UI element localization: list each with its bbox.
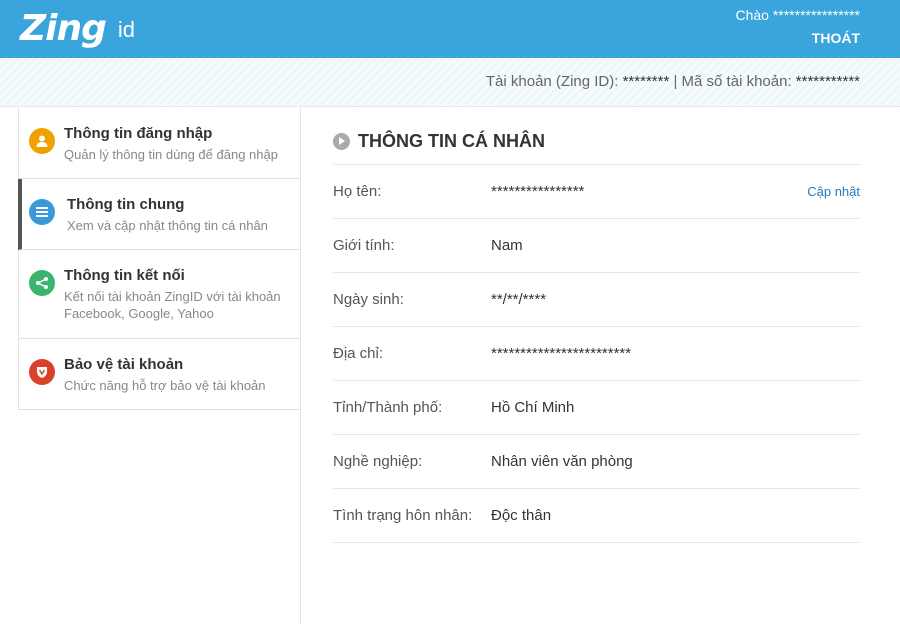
sidebar-item-connection-info[interactable]: Thông tin kết nối Kết nối tài khoản Zing… <box>19 250 301 339</box>
account-number-value: *********** <box>795 73 860 90</box>
account-bar: Tài khoản (Zing ID): ******** | Mã số tà… <box>0 58 900 107</box>
field-value: ************************ <box>491 345 632 362</box>
field-label: Địa chỉ: <box>333 345 384 362</box>
field-value: **/**/**** <box>491 291 547 308</box>
field-label: Nghề nghiệp: <box>333 453 423 470</box>
info-row-fullname: Họ tên: **************** Cập nhật <box>333 165 860 219</box>
sidebar: Thông tin đăng nhập Quản lý thông tin dù… <box>18 108 301 410</box>
header: Zing id Chào **************** THOÁT <box>0 0 900 58</box>
account-label: Tài khoản (Zing ID): <box>485 73 619 90</box>
field-label: Tỉnh/Thành phố: <box>333 399 443 416</box>
info-row-gender: Giới tính: Nam <box>333 219 860 273</box>
field-value: Độc thân <box>491 507 552 524</box>
field-value: Nhân viên văn phòng <box>491 453 633 470</box>
sidebar-item-desc: Kết nối tài khoản ZingID với tài khoản F… <box>64 288 291 322</box>
sidebar-item-title: Thông tin đăng nhập <box>64 125 213 142</box>
info-row-address: Địa chỉ: ************************ <box>333 327 860 381</box>
info-row-city: Tỉnh/Thành phố: Hồ Chí Minh <box>333 381 860 435</box>
field-value: Hồ Chí Minh <box>491 399 575 416</box>
info-row-birthday: Ngày sinh: **/**/**** <box>333 273 860 327</box>
account-info: Tài khoản (Zing ID): ******** | Mã số tà… <box>486 73 860 90</box>
logo-suffix: id <box>117 17 135 42</box>
sidebar-divider <box>300 108 301 624</box>
sidebar-item-desc: Xem và cập nhật thông tin cá nhân <box>67 218 268 233</box>
zing-id-logo[interactable]: Zing id <box>20 2 135 54</box>
sidebar-item-login-info[interactable]: Thông tin đăng nhập Quản lý thông tin dù… <box>19 108 301 179</box>
info-row-occupation: Nghề nghiệp: Nhân viên văn phòng <box>333 435 860 489</box>
account-value: ******** <box>622 73 670 90</box>
play-circle-icon <box>333 132 350 150</box>
sidebar-item-desc-line: Kết nối tài khoản ZingID với tài khoản <box>64 289 281 304</box>
personal-info-panel: THÔNG TIN CÁ NHÂN Họ tên: **************… <box>333 108 860 543</box>
account-separator: | <box>673 73 678 90</box>
field-value: Nam <box>491 237 523 254</box>
sidebar-item-desc-line: Facebook, Google, Yahoo <box>64 306 214 321</box>
logout-link[interactable]: THOÁT <box>812 30 860 46</box>
sidebar-item-desc: Chức năng hỗ trợ bảo vệ tài khoản <box>64 378 266 393</box>
shield-icon <box>29 359 55 385</box>
account-number-label: Mã số tài khoản: <box>681 73 792 90</box>
field-label: Ngày sinh: <box>333 291 404 308</box>
field-label: Giới tính: <box>333 237 395 254</box>
info-row-marital-status: Tình trạng hôn nhân: Độc thân <box>333 489 860 543</box>
logo-word: Zing <box>20 7 107 49</box>
sidebar-item-general-info[interactable]: Thông tin chung Xem và cập nhật thông ti… <box>18 179 301 250</box>
field-label: Tình trạng hôn nhân: <box>333 507 473 524</box>
field-value: **************** <box>491 183 585 200</box>
field-label: Họ tên: <box>333 183 382 200</box>
sidebar-item-title: Bảo vệ tài khoản <box>64 356 184 373</box>
share-icon <box>29 270 55 296</box>
sidebar-item-title: Thông tin kết nối <box>64 267 185 284</box>
greeting-text: Chào **************** <box>735 7 860 23</box>
sidebar-item-desc: Quản lý thông tin dùng để đăng nhập <box>64 147 278 162</box>
list-icon <box>29 199 55 225</box>
sidebar-item-title: Thông tin chung <box>67 196 185 213</box>
section-header: THÔNG TIN CÁ NHÂN <box>333 108 860 165</box>
sidebar-item-account-protection[interactable]: Bảo vệ tài khoản Chức năng hỗ trợ bảo vệ… <box>19 339 301 410</box>
user-icon <box>29 128 55 154</box>
update-link[interactable]: Cập nhật <box>807 184 860 199</box>
section-title: THÔNG TIN CÁ NHÂN <box>358 130 545 151</box>
